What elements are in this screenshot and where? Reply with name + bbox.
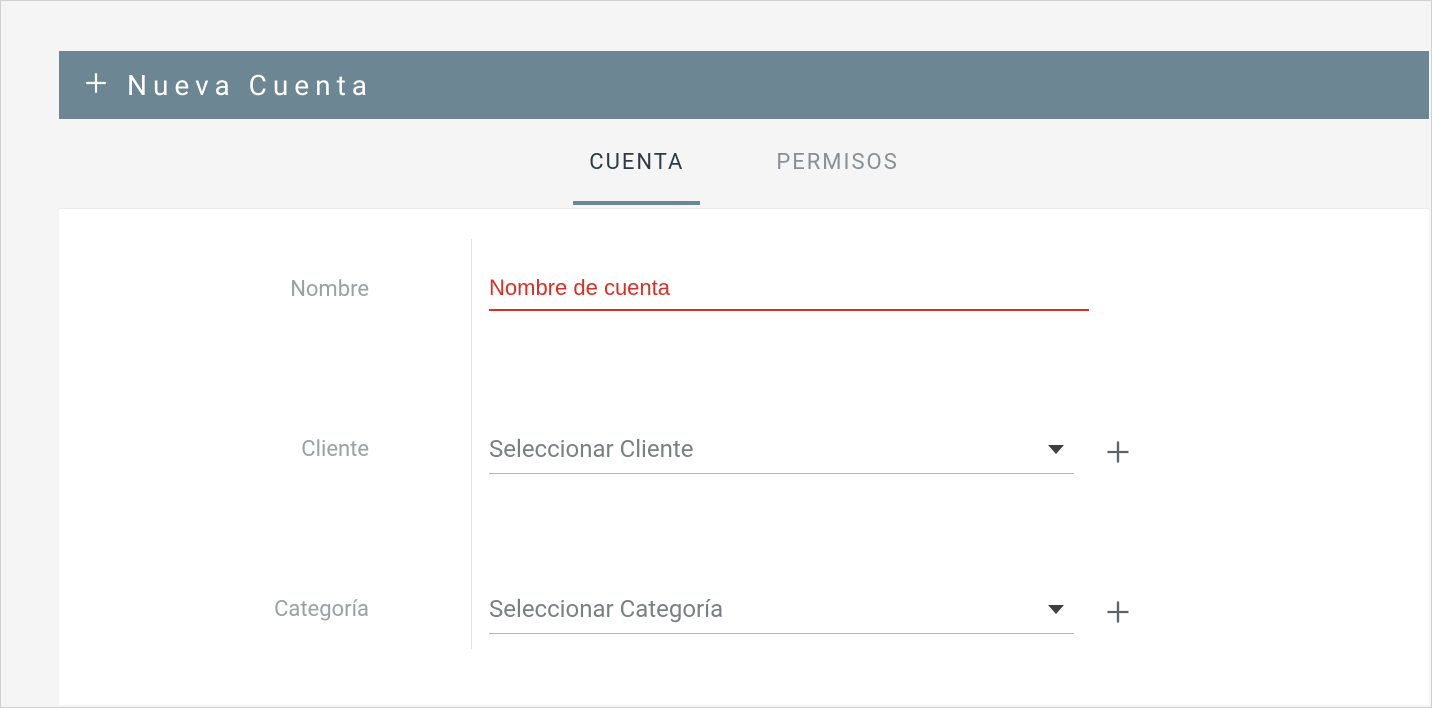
row-nombre: Nombre: [59, 269, 1429, 329]
cliente-select-placeholder: Seleccionar Cliente: [489, 435, 693, 463]
chevron-down-icon: [1048, 605, 1064, 614]
label-col-nombre: Nombre: [59, 269, 429, 329]
tabs: CUENTA PERMISOS: [59, 119, 1429, 209]
categoria-select-placeholder: Seleccionar Categoría: [489, 595, 723, 623]
field-col-nombre: [429, 269, 1089, 311]
nombre-input[interactable]: [489, 269, 1089, 311]
header-bar: Nueva Cuenta: [59, 51, 1429, 119]
field-col-categoria: Seleccionar Categoría: [429, 589, 1138, 634]
field-col-cliente: Seleccionar Cliente: [429, 429, 1138, 474]
label-nombre: Nombre: [290, 277, 369, 302]
page-wrapper: Nueva Cuenta CUENTA PERMISOS Nombre Clie…: [3, 3, 1429, 705]
row-categoria: Categoría Seleccionar Categoría: [59, 589, 1429, 649]
tab-permisos[interactable]: PERMISOS: [760, 122, 914, 205]
form-panel: Nombre Cliente Seleccionar Cliente: [59, 209, 1429, 705]
cliente-select[interactable]: Seleccionar Cliente: [489, 429, 1074, 474]
chevron-down-icon: [1048, 445, 1064, 454]
row-cliente: Cliente Seleccionar Cliente: [59, 429, 1429, 489]
page-title: Nueva Cuenta: [127, 69, 373, 102]
plus-icon: [83, 70, 109, 101]
label-categoria: Categoría: [274, 597, 369, 622]
label-col-cliente: Cliente: [59, 429, 429, 489]
form-rows: Nombre Cliente Seleccionar Cliente: [59, 269, 1429, 649]
add-categoria-button[interactable]: [1098, 592, 1138, 632]
add-cliente-button[interactable]: [1098, 432, 1138, 472]
label-cliente: Cliente: [301, 437, 369, 462]
categoria-select[interactable]: Seleccionar Categoría: [489, 589, 1074, 634]
tab-cuenta[interactable]: CUENTA: [573, 122, 700, 205]
label-col-categoria: Categoría: [59, 589, 429, 649]
